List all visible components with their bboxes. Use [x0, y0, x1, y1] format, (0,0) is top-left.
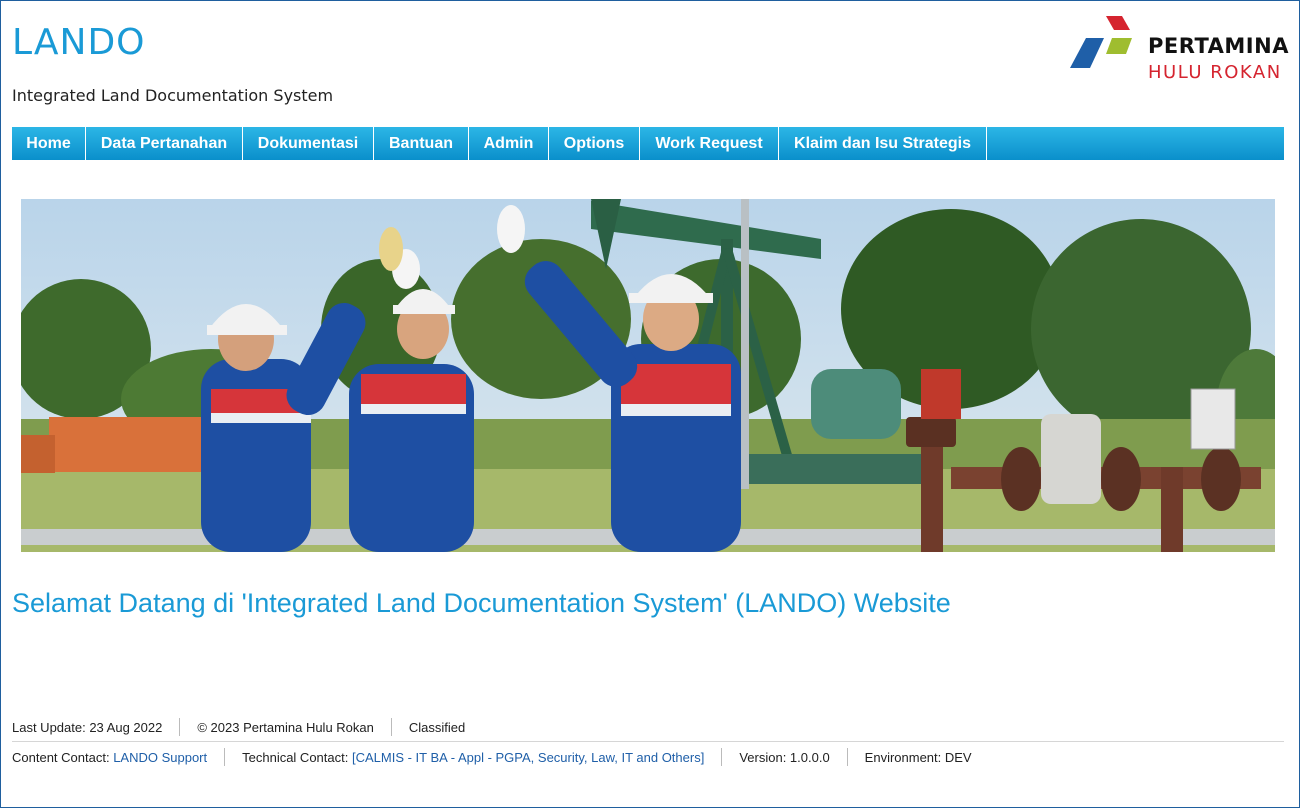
copyright-text: © 2023 Pertamina Hulu Rokan — [197, 719, 374, 735]
hero-banner-image — [21, 199, 1275, 552]
nav-item-dokumentasi[interactable]: Dokumentasi — [243, 127, 374, 160]
environment-text: Environment: DEV — [864, 749, 972, 765]
footer-divider — [390, 718, 392, 736]
nav-item-admin[interactable]: Admin — [469, 127, 549, 160]
content-contact-link[interactable]: LANDO Support — [113, 750, 207, 765]
footer-divider — [224, 748, 226, 766]
footer-separator — [12, 741, 1284, 742]
last-update-text: Last Update: 23 Aug 2022 — [12, 719, 163, 735]
footer-contact-row: Content Contact: LANDO Support Technical… — [12, 748, 972, 766]
nav-item-work-request[interactable]: Work Request — [640, 127, 779, 160]
version-text: Version: 1.0.0.0 — [739, 749, 830, 765]
app-title: LANDO — [12, 22, 146, 63]
nav-item-data-pertanahan[interactable]: Data Pertanahan — [86, 127, 243, 160]
technical-contact-label: Technical Contact: — [242, 749, 349, 765]
pertamina-logo-icon — [1070, 16, 1132, 68]
footer-divider — [179, 718, 181, 736]
main-navigation: Home Data Pertanahan Dokumentasi Bantuan… — [12, 127, 1284, 160]
technical-contact-link[interactable]: [CALMIS - IT BA - Appl - PGPA, Security,… — [352, 750, 704, 765]
nav-item-home[interactable]: Home — [12, 127, 86, 160]
company-logo[interactable]: PERTAMINA HULU ROKAN — [1068, 14, 1288, 86]
footer-divider — [846, 748, 848, 766]
content-contact-label: Content Contact: — [12, 749, 110, 765]
welcome-message: Selamat Datang di 'Integrated Land Docum… — [12, 588, 951, 618]
classification-text: Classified — [408, 719, 466, 735]
logo-text-hulu-rokan: HULU ROKAN — [1148, 62, 1282, 83]
footer-info-row: Last Update: 23 Aug 2022 © 2023 Pertamin… — [12, 718, 465, 736]
nav-item-klaim-dan-isu-strategis[interactable]: Klaim dan Isu Strategis — [779, 127, 987, 160]
app-subtitle: Integrated Land Documentation System — [12, 86, 334, 105]
nav-item-bantuan[interactable]: Bantuan — [374, 127, 469, 160]
logo-text-pertamina: PERTAMINA — [1148, 34, 1289, 58]
footer-divider — [721, 748, 723, 766]
banner-photo — [21, 199, 1275, 552]
nav-item-options[interactable]: Options — [549, 127, 640, 160]
